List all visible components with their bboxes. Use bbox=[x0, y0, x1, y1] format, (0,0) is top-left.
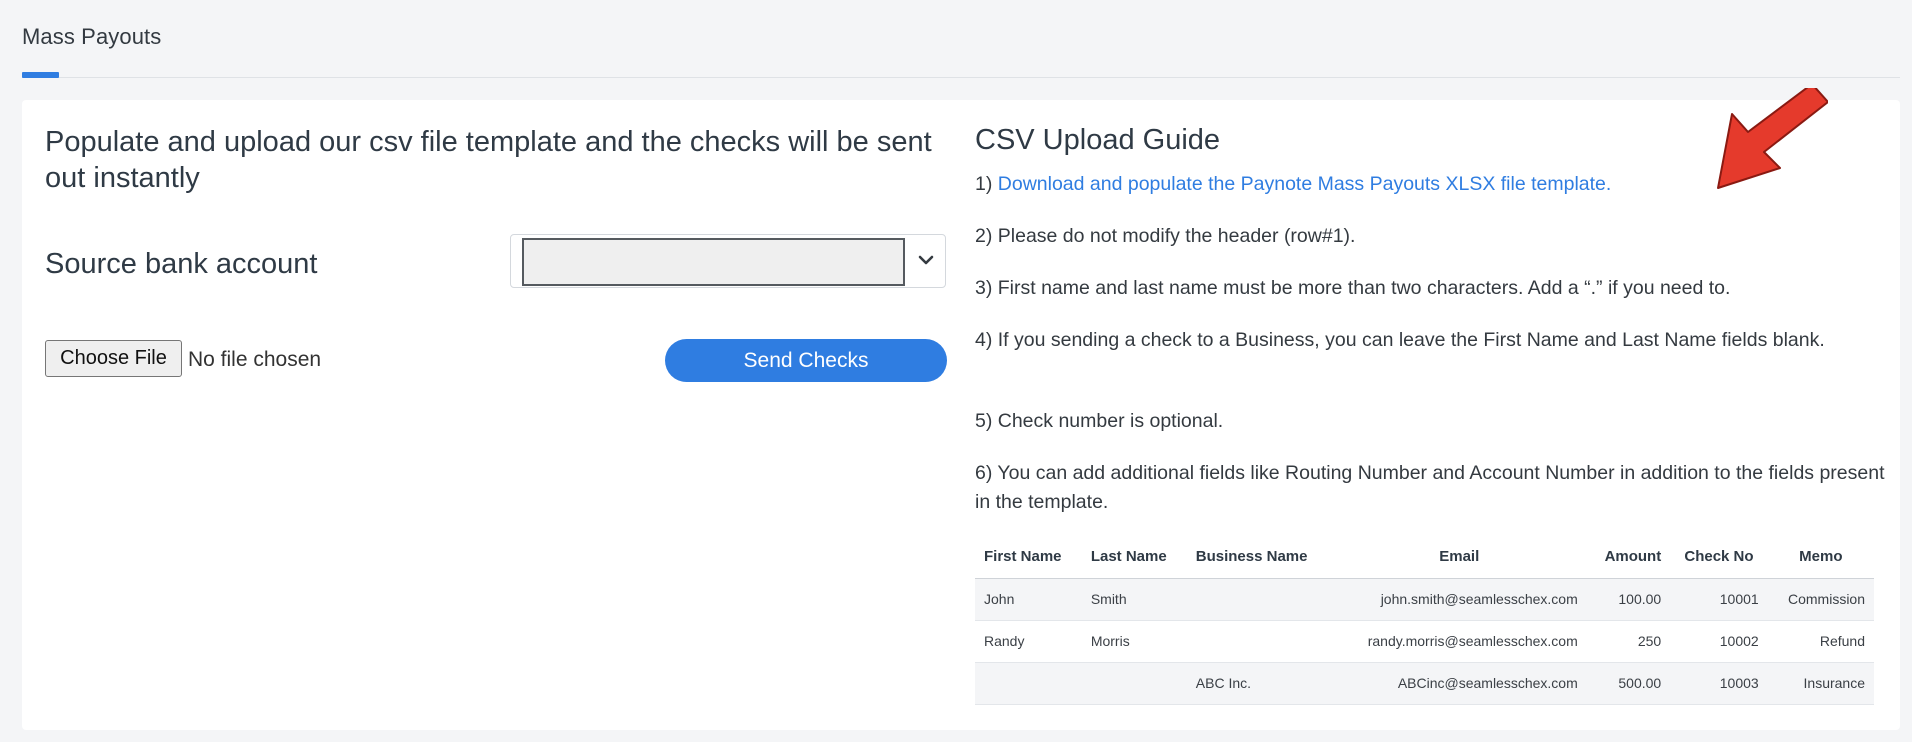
table-cell: 10001 bbox=[1670, 578, 1768, 621]
source-bank-account-label: Source bank account bbox=[45, 248, 318, 280]
csv-example-table: First Name Last Name Business Name Email… bbox=[975, 536, 1874, 705]
send-checks-button[interactable]: Send Checks bbox=[665, 339, 947, 382]
table-cell bbox=[1186, 578, 1332, 621]
table-cell bbox=[1186, 620, 1332, 663]
table-cell: 250 bbox=[1586, 620, 1671, 663]
table-cell: Insurance bbox=[1767, 662, 1874, 705]
file-status-text: No file chosen bbox=[188, 348, 322, 371]
table-row: Randy Morris randy.morris@seamlesschex.c… bbox=[975, 620, 1874, 663]
guide-step-2: 2) Please do not modify the header (row#… bbox=[975, 225, 1356, 247]
column-header: Last Name bbox=[1081, 536, 1187, 579]
table-cell: 10002 bbox=[1670, 620, 1768, 663]
tab-bar: Mass Payouts bbox=[22, 0, 1900, 78]
source-bank-account-value[interactable] bbox=[522, 238, 905, 286]
chevron-down-icon[interactable] bbox=[915, 249, 937, 271]
upload-instructions-heading: Populate and upload our csv file templat… bbox=[45, 126, 932, 194]
column-header: Email bbox=[1331, 536, 1587, 579]
guide-step-3: 3) First name and last name must be more… bbox=[975, 277, 1731, 299]
table-cell: Commission bbox=[1767, 578, 1874, 621]
table-cell: 500.00 bbox=[1586, 662, 1671, 705]
column-header: Memo bbox=[1767, 536, 1874, 579]
column-header: First Name bbox=[975, 536, 1082, 579]
red-arrow-icon bbox=[1717, 88, 1828, 189]
column-header: Check No bbox=[1670, 536, 1768, 579]
choose-file-button[interactable]: Choose File bbox=[45, 340, 182, 377]
table-cell: john.smith@seamlesschex.com bbox=[1331, 578, 1587, 621]
guide-step-4: 4) If you sending a check to a Business,… bbox=[975, 329, 1825, 351]
guide-step-1-prefix: 1) bbox=[975, 173, 998, 195]
table-header-row: First Name Last Name Business Name Email… bbox=[975, 536, 1874, 579]
csv-upload-guide-title: CSV Upload Guide bbox=[975, 124, 1221, 156]
source-bank-account-select[interactable] bbox=[510, 234, 946, 288]
column-header: Business Name bbox=[1186, 536, 1332, 579]
table-cell: 10003 bbox=[1670, 662, 1768, 705]
table-row: John Smith john.smith@seamlesschex.com 1… bbox=[975, 578, 1874, 621]
table-cell: 100.00 bbox=[1586, 578, 1671, 621]
table-cell bbox=[975, 662, 1082, 705]
tab-mass-payouts[interactable]: Mass Payouts bbox=[22, 24, 161, 50]
table-cell: ABC Inc. bbox=[1186, 662, 1332, 705]
table-cell bbox=[1081, 662, 1187, 705]
table-cell: randy.morris@seamlesschex.com bbox=[1331, 620, 1587, 663]
guide-step-6: 6) You can add additional fields like Ro… bbox=[975, 462, 1885, 513]
table-cell: Smith bbox=[1081, 578, 1187, 621]
guide-step-5: 5) Check number is optional. bbox=[975, 410, 1224, 432]
table-row: ABC Inc. ABCinc@seamlesschex.com 500.00 … bbox=[975, 662, 1874, 705]
active-tab-indicator bbox=[22, 72, 59, 78]
column-header: Amount bbox=[1586, 536, 1671, 579]
table-cell: John bbox=[975, 578, 1082, 621]
table-cell: ABCinc@seamlesschex.com bbox=[1331, 662, 1587, 705]
table-cell: Refund bbox=[1767, 620, 1874, 663]
table-cell: Randy bbox=[975, 620, 1082, 663]
mass-payouts-card: Populate and upload our csv file templat… bbox=[22, 88, 1900, 730]
download-template-link[interactable]: Download and populate the Paynote Mass P… bbox=[998, 173, 1612, 195]
table-cell: Morris bbox=[1081, 620, 1187, 663]
